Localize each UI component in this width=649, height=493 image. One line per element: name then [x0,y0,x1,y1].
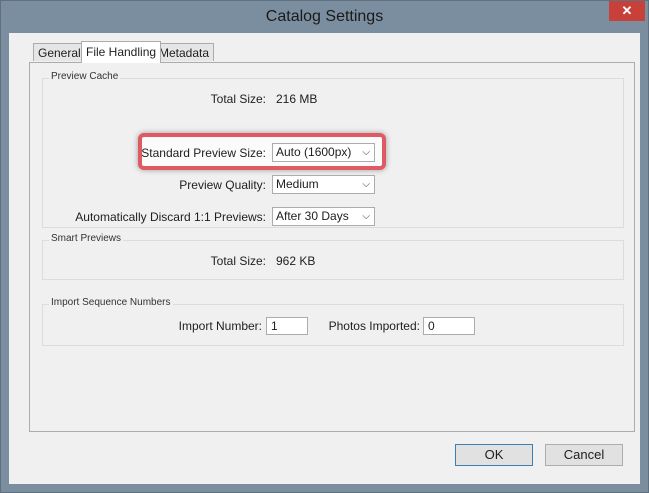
file-handling-panel: Preview Cache Total Size: 216 MB Standar… [29,62,635,432]
title-bar[interactable]: Catalog Settings ✕ [1,1,648,33]
smart-total-size-label: Total Size: [210,254,266,268]
close-button[interactable]: ✕ [609,1,645,21]
tab-file-handling[interactable]: File Handling [81,41,162,63]
standard-preview-size-select[interactable]: Auto (1600px) ⌵ [272,143,375,162]
tab-metadata[interactable]: Metadata [154,43,215,61]
chevron-down-icon: ⌵ [362,211,370,222]
ok-button[interactable]: OK [455,444,533,466]
cancel-button[interactable]: Cancel [545,444,623,466]
discard-previews-label: Automatically Discard 1:1 Previews: [75,210,266,224]
import-number-label: Import Number: [178,319,262,333]
total-size-label: Total Size: [210,92,266,106]
standard-preview-size-label: Standard Preview Size: [141,146,266,160]
select-value: Medium [276,177,319,191]
preview-quality-label: Preview Quality: [179,178,266,192]
chevron-down-icon: ⌵ [362,147,370,158]
select-value: Auto (1600px) [276,145,352,159]
window-title: Catalog Settings [265,8,384,25]
discard-previews-select[interactable]: After 30 Days ⌵ [272,207,375,226]
tab-general[interactable]: General [33,43,86,61]
group-label: Smart Previews [49,233,124,244]
tab-label: File Handling [86,45,157,59]
preview-quality-select[interactable]: Medium ⌵ [272,175,375,194]
chevron-down-icon: ⌵ [362,179,370,190]
select-value: After 30 Days [276,209,349,223]
photos-imported-label: Photos Imported: [328,319,420,333]
dialog-body: General File Handling Metadata Preview C… [9,33,640,484]
smart-total-size-value: 962 KB [276,254,316,268]
total-size-value: 216 MB [276,92,318,106]
import-number-input[interactable]: 1 [266,317,308,335]
group-label: Import Sequence Numbers [49,297,173,308]
tab-label: General [38,46,81,60]
close-icon: ✕ [621,3,633,18]
catalog-settings-window: Catalog Settings ✕ General File Handling… [0,0,649,493]
photos-imported-input[interactable]: 0 [423,317,475,335]
group-label: Preview Cache [49,71,121,82]
tab-label: Metadata [159,46,210,60]
